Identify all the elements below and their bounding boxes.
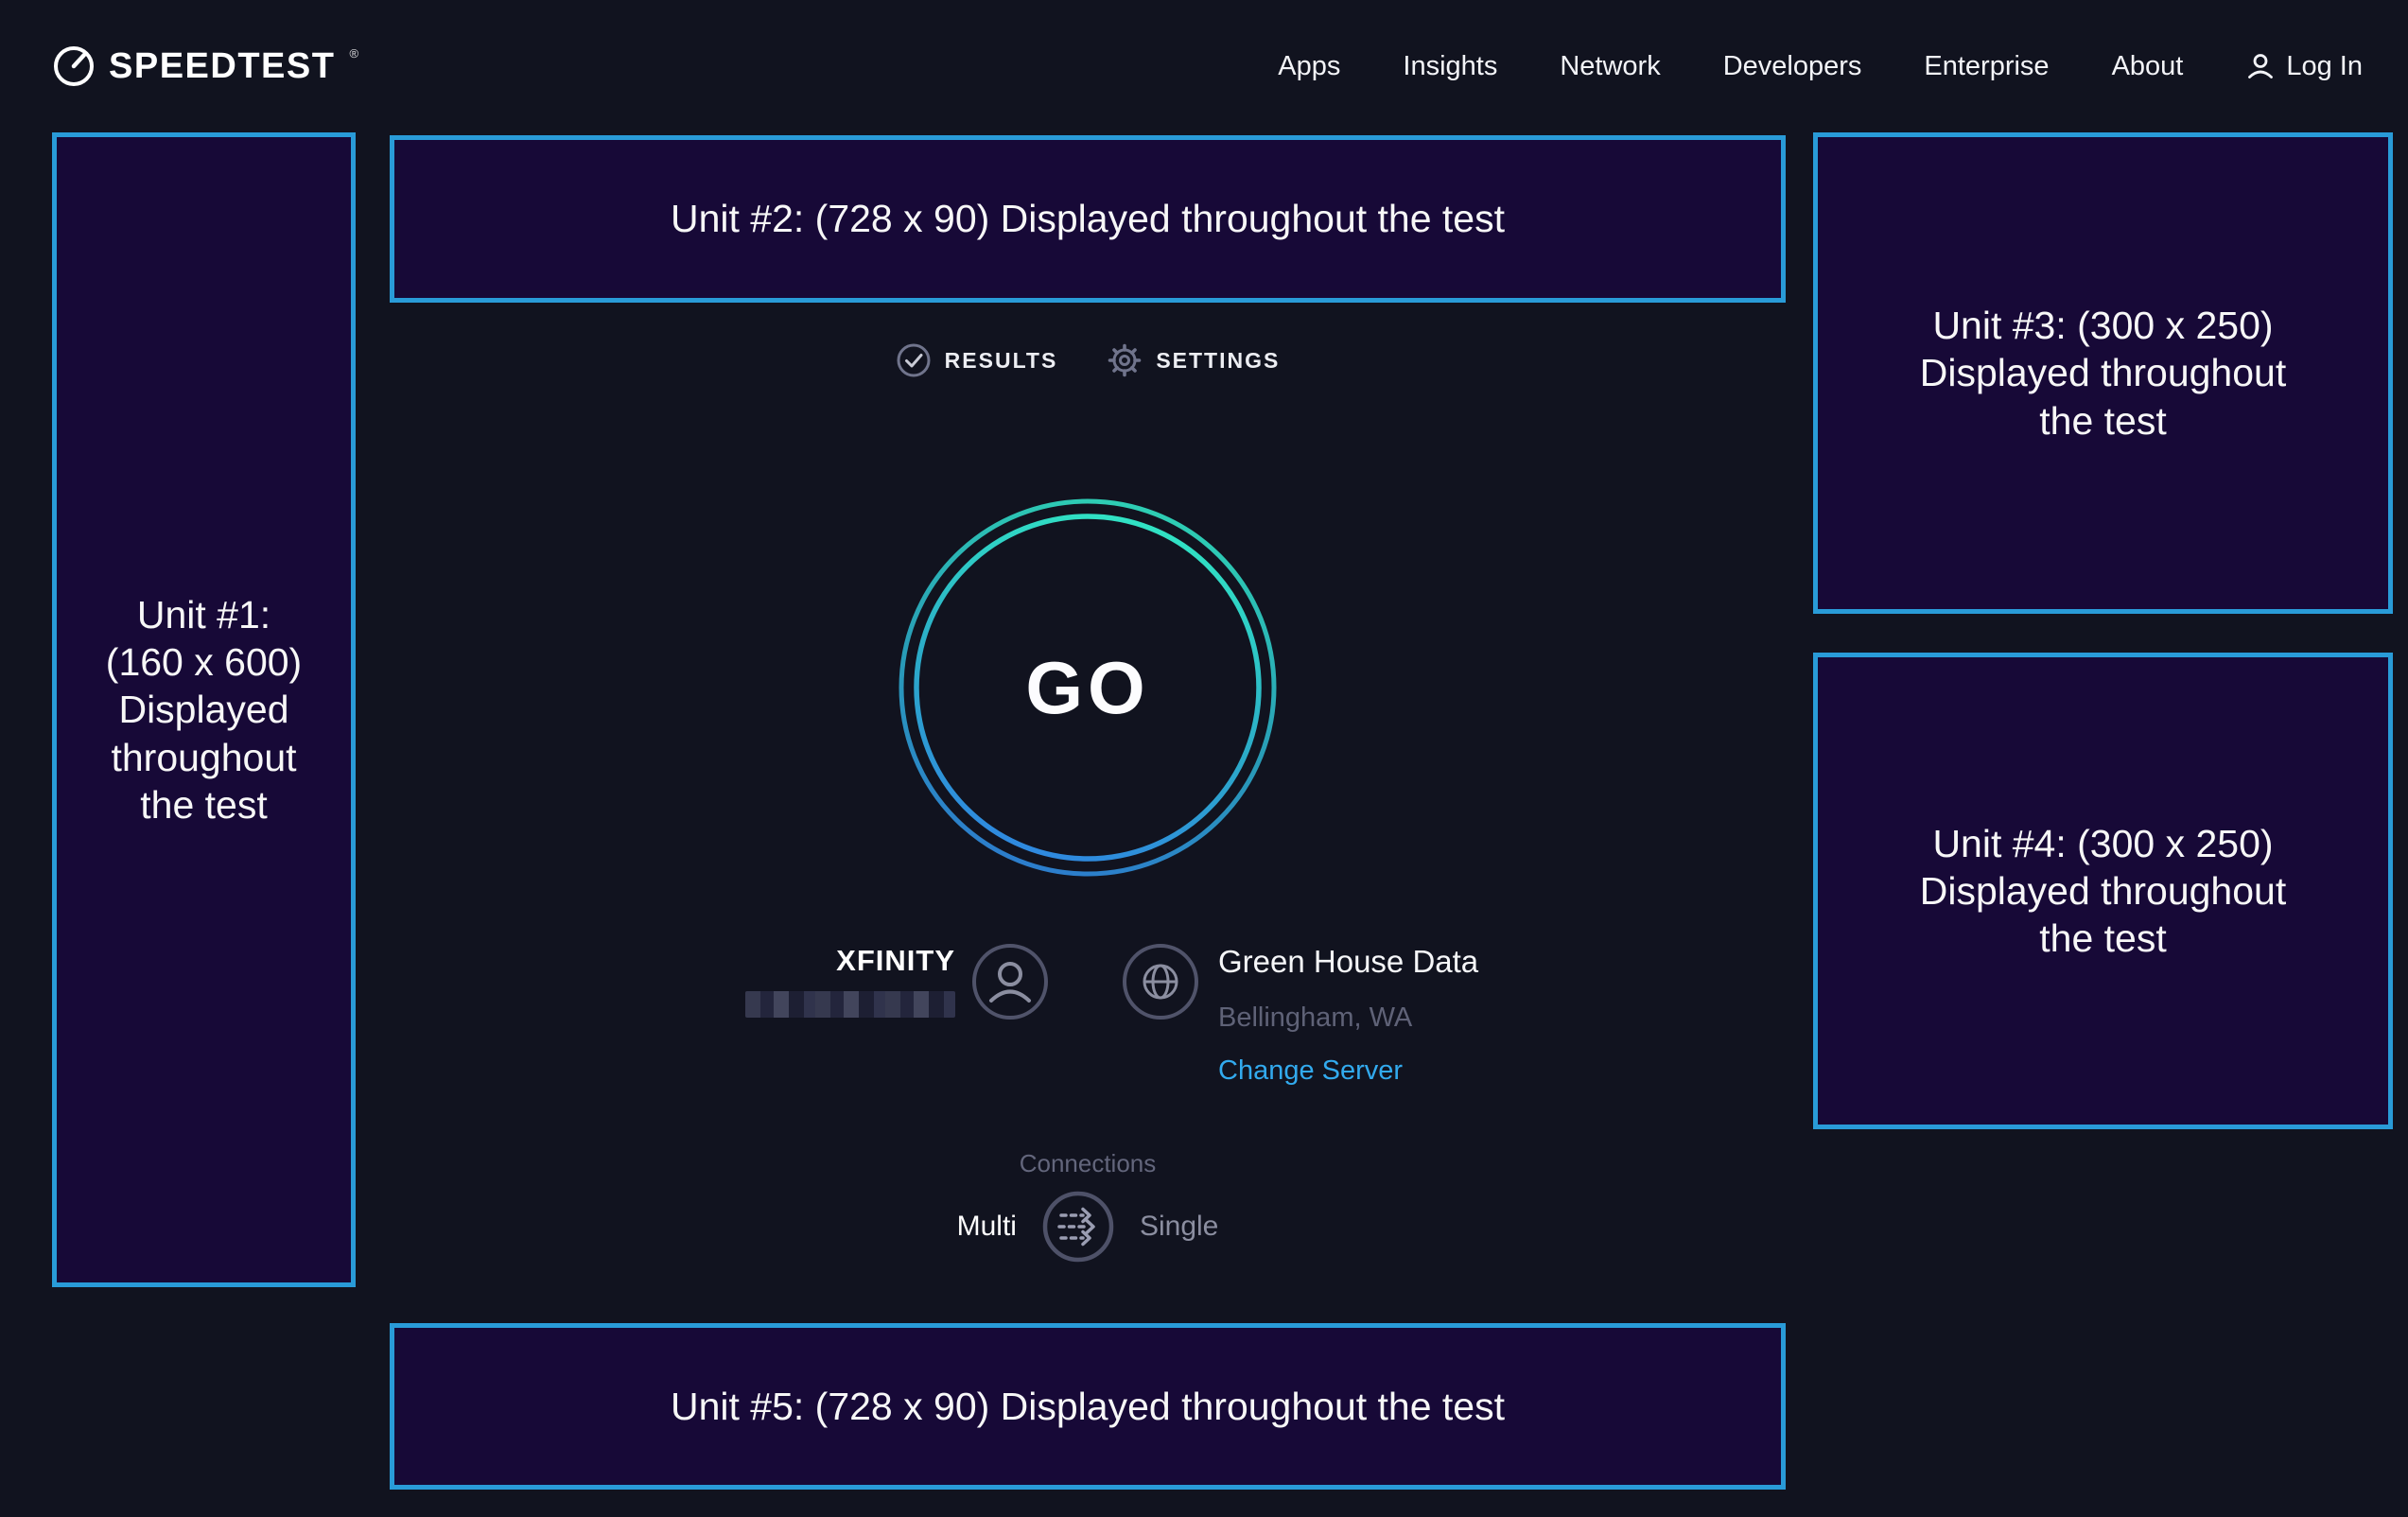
tabs-row: RESULTS: [390, 342, 1786, 378]
nav-item-apps[interactable]: Apps: [1278, 51, 1340, 82]
top-nav-bar: SPEEDTEST ® Apps Insights Network Develo…: [0, 0, 2408, 132]
speedtest-logo[interactable]: SPEEDTEST ®: [52, 44, 358, 88]
connection-toggle[interactable]: [1041, 1190, 1115, 1264]
logo-trademark: ®: [349, 46, 358, 61]
ad-unit-3-rectangle[interactable]: Unit #3: (300 x 250) Displayed throughou…: [1813, 132, 2393, 614]
globe-icon: [1121, 942, 1200, 1021]
ad-unit-2-banner-top[interactable]: Unit #2: (728 x 90) Displayed throughout…: [390, 135, 1786, 303]
tab-settings-label: SETTINGS: [1156, 348, 1280, 374]
login-label: Log In: [2286, 51, 2363, 82]
main-nav: Apps Insights Network Developers Enterpr…: [1278, 51, 2363, 82]
ad-text: Unit #2: (728 x 90) Displayed throughout…: [671, 195, 1505, 242]
ad-unit-5-banner-bottom[interactable]: Unit #5: (728 x 90) Displayed throughout…: [390, 1323, 1786, 1490]
nav-item-insights[interactable]: Insights: [1403, 51, 1497, 82]
go-label: GO: [897, 497, 1279, 879]
check-circle-icon: [896, 342, 932, 378]
nav-item-developers[interactable]: Developers: [1723, 51, 1862, 82]
ad-text: Unit #1: (160 x 600) Displayed throughou…: [106, 591, 302, 828]
ad-unit-1-skyscraper[interactable]: Unit #1: (160 x 600) Displayed throughou…: [52, 132, 356, 1287]
logo-text: SPEEDTEST: [109, 46, 335, 87]
tab-results[interactable]: RESULTS: [896, 342, 1058, 378]
nav-item-enterprise[interactable]: Enterprise: [1924, 51, 2049, 82]
user-icon: [2245, 51, 2276, 81]
multi-connection-icon: [1041, 1190, 1115, 1264]
ad-text: Unit #3: (300 x 250) Displayed throughou…: [1920, 302, 2286, 444]
tab-results-label: RESULTS: [945, 348, 1058, 374]
nav-item-about[interactable]: About: [2112, 51, 2184, 82]
ad-unit-4-rectangle[interactable]: Unit #4: (300 x 250) Displayed throughou…: [1813, 653, 2393, 1129]
change-server-link[interactable]: Change Server: [1218, 1055, 1403, 1087]
ad-text: Unit #4: (300 x 250) Displayed throughou…: [1920, 820, 2286, 962]
speedometer-icon: [52, 44, 96, 88]
connections-row: Multi Single: [390, 1190, 1786, 1264]
go-button[interactable]: GO: [897, 497, 1279, 879]
isp-name: XFINITY: [662, 944, 955, 978]
isp-avatar-icon[interactable]: [970, 942, 1050, 1021]
server-location: Bellingham, WA: [1218, 1003, 1412, 1034]
server-name: Green House Data: [1218, 944, 1478, 980]
connection-option-multi[interactable]: Multi: [957, 1211, 1017, 1243]
gear-icon: [1107, 342, 1143, 378]
speedtest-page: SPEEDTEST ® Apps Insights Network Develo…: [0, 0, 2408, 1517]
redacted-ip-pixelation: [745, 991, 955, 1018]
connection-option-single[interactable]: Single: [1140, 1211, 1218, 1243]
ad-text: Unit #5: (728 x 90) Displayed throughout…: [671, 1383, 1505, 1430]
tab-settings[interactable]: SETTINGS: [1107, 342, 1280, 378]
login-button[interactable]: Log In: [2245, 51, 2363, 82]
nav-item-network[interactable]: Network: [1560, 51, 1660, 82]
connections-label: Connections: [390, 1149, 1786, 1178]
